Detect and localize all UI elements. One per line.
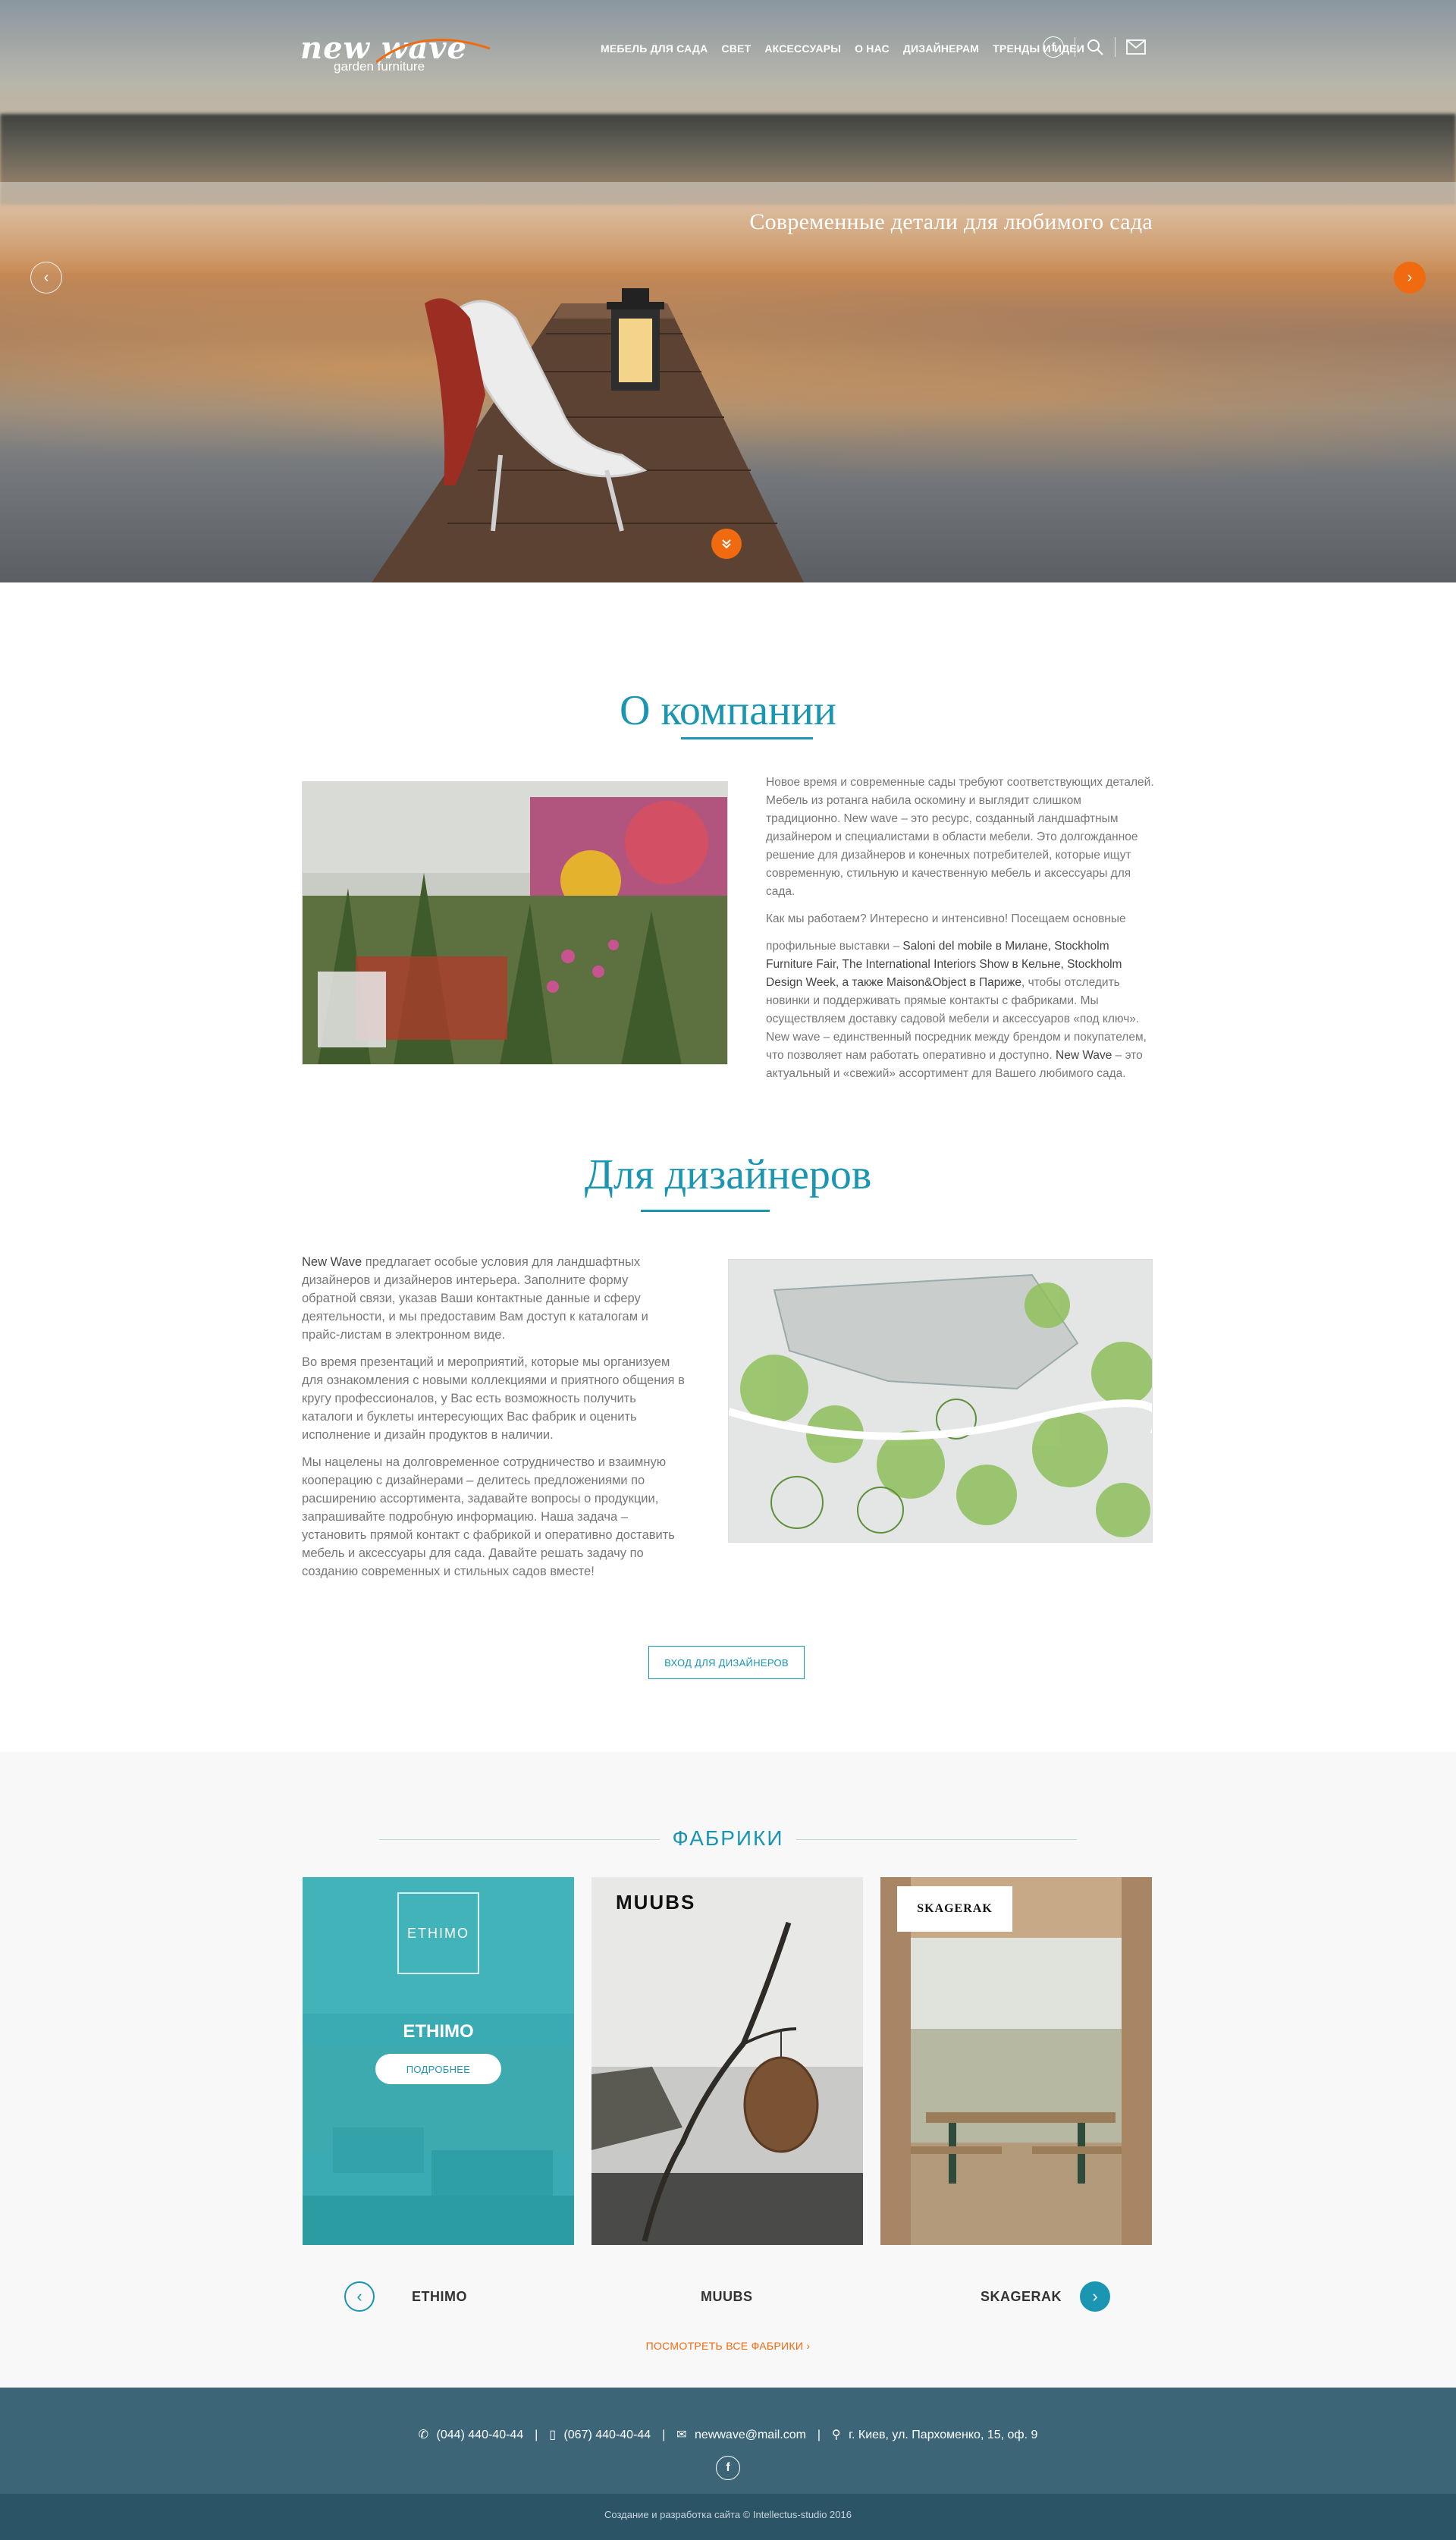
phone-icon: ✆ bbox=[418, 2429, 429, 2441]
mobile-icon: ▯ bbox=[549, 2429, 556, 2441]
chevron-left-icon: ‹ bbox=[43, 268, 49, 286]
ethimo-details-button[interactable]: ПОДРОБНЕЕ bbox=[375, 2054, 501, 2084]
footer-divider: | bbox=[814, 2429, 824, 2441]
ethimo-logo: ETHIMO bbox=[397, 1892, 479, 1974]
skagerak-logo: SKAGERAK bbox=[917, 1902, 993, 1915]
factories-carousel-nav: ‹ ETHIMO MUUBS SKAGERAK › bbox=[0, 2281, 1456, 2316]
footer-phone-2[interactable]: (067) 440-40-44 bbox=[563, 2429, 651, 2441]
skagerak-photo bbox=[880, 1877, 1152, 2245]
muubs-logo: MUUBS bbox=[616, 1891, 696, 1914]
factory-card-skagerak[interactable]: SKAGERAK bbox=[880, 1877, 1152, 2245]
see-all-factories-link[interactable]: ПОСМОТРЕТЬ ВСЕ ФАБРИКИ › bbox=[0, 2340, 1456, 2352]
logo[interactable]: new wave garden furniture bbox=[300, 30, 497, 76]
factory-card-muubs[interactable]: MUUBS bbox=[592, 1877, 863, 2245]
about-brand: New Wave bbox=[1056, 1049, 1112, 1062]
slider-next-button[interactable]: › bbox=[1394, 262, 1426, 294]
ethimo-card-name: ETHIMO bbox=[403, 2021, 474, 2042]
chevron-down-icon bbox=[722, 539, 731, 549]
footer-divider: | bbox=[658, 2429, 669, 2441]
menu-item-garden-furniture[interactable]: МЕБЕЛЬ ДЛЯ САДА bbox=[601, 42, 708, 55]
factory-card-ethimo[interactable]: ETHIMO ETHIMO ПОДРОБНЕЕ bbox=[303, 1877, 574, 2245]
designers-paragraph-3: Мы нацелены на долговременное сотрудниче… bbox=[302, 1455, 675, 1578]
designers-text: New Wave предлагает особые условия для л… bbox=[302, 1253, 685, 1590]
about-text: Новое время и современные сады требуют с… bbox=[766, 774, 1154, 1092]
designers-brand: New Wave bbox=[302, 1255, 362, 1269]
carousel-next-button[interactable]: › bbox=[1080, 2281, 1110, 2312]
about-paragraph-3: профильные выставки – Saloni del mobile … bbox=[766, 937, 1154, 1083]
muubs-photo bbox=[592, 1877, 863, 2245]
carousel-prev-button[interactable]: ‹ bbox=[344, 2281, 375, 2312]
slider-prev-button[interactable]: ‹ bbox=[30, 262, 62, 294]
factories-title: ФАБРИКИ bbox=[672, 1826, 784, 1850]
about-paragraph-1: Новое время и современные сады требуют с… bbox=[766, 776, 1154, 898]
footer-phone-1[interactable]: (044) 440-40-44 bbox=[436, 2429, 523, 2441]
logo-subtitle: garden furniture bbox=[334, 59, 425, 74]
designers-login-button[interactable]: ВХОД ДЛЯ ДИЗАЙНЕРОВ bbox=[648, 1646, 805, 1679]
about-title-underline bbox=[681, 737, 813, 739]
hero-slogan: Современные детали для любимого сада bbox=[749, 209, 1153, 234]
footer-contacts: ✆ (044) 440-40-44 | ▯ (067) 440-40-44 | … bbox=[0, 2427, 1456, 2442]
about-p3-start: профильные выставки – bbox=[766, 940, 903, 953]
chevron-right-icon: › bbox=[1092, 2287, 1098, 2306]
footer-facebook-icon[interactable]: f bbox=[716, 2456, 740, 2480]
carousel-label-skagerak[interactable]: SKAGERAK bbox=[981, 2289, 1062, 2305]
main-navigation: new wave garden furniture МЕБЕЛЬ ДЛЯ САД… bbox=[300, 30, 1157, 76]
search-icon[interactable] bbox=[1086, 38, 1104, 56]
about-paragraph-2: Как мы работаем? Интересно и интенсивно!… bbox=[766, 912, 1126, 925]
chevron-right-icon: › bbox=[1407, 268, 1413, 286]
mail-icon: ✉ bbox=[676, 2429, 687, 2441]
footer-email[interactable]: newwave@mail.com bbox=[695, 2429, 806, 2441]
about-garden-photo bbox=[302, 781, 728, 1065]
menu-item-accessories[interactable]: АКСЕССУАРЫ bbox=[764, 42, 841, 55]
footer-copyright[interactable]: Создание и разработка сайта © Intellectu… bbox=[0, 2494, 1456, 2540]
designers-paragraph-2: Во время презентаций и мероприятий, кото… bbox=[302, 1355, 685, 1442]
chevron-left-icon: ‹ bbox=[356, 2287, 362, 2306]
location-pin-icon: ⚲ bbox=[831, 2429, 841, 2441]
scroll-down-button[interactable] bbox=[711, 529, 742, 559]
designers-title: Для дизайнеров bbox=[584, 1151, 872, 1198]
menu-item-designers[interactable]: ДИЗАЙНЕРАМ bbox=[903, 42, 979, 55]
nav-icons: f bbox=[1043, 36, 1146, 58]
top-menu: МЕБЕЛЬ ДЛЯ САДА СВЕТ АКСЕССУАРЫ О НАС ДИ… bbox=[601, 42, 1098, 55]
carousel-label-ethimo[interactable]: ETHIMO bbox=[412, 2289, 467, 2305]
menu-item-light[interactable]: СВЕТ bbox=[721, 42, 751, 55]
about-title: О компании bbox=[620, 687, 836, 734]
nav-divider bbox=[1115, 37, 1116, 57]
facebook-icon[interactable]: f bbox=[1043, 36, 1064, 58]
hero-dock-illustration bbox=[372, 288, 804, 582]
carousel-label-muubs[interactable]: MUUBS bbox=[701, 2289, 753, 2305]
designers-title-underline bbox=[641, 1210, 770, 1212]
designers-paragraph-1: New Wave предлагает особые условия для л… bbox=[302, 1253, 685, 1344]
footer-address: г. Киев, ул. Пархоменко, 15, оф. 9 bbox=[849, 2429, 1038, 2441]
menu-item-about[interactable]: О НАС bbox=[855, 42, 890, 55]
hero-slider: new wave garden furniture МЕБЕЛЬ ДЛЯ САД… bbox=[0, 0, 1456, 582]
skagerak-logo-box: SKAGERAK bbox=[897, 1886, 1012, 1932]
mail-icon[interactable] bbox=[1126, 39, 1146, 55]
footer-divider: | bbox=[531, 2429, 541, 2441]
footer: ✆ (044) 440-40-44 | ▯ (067) 440-40-44 | … bbox=[0, 2388, 1456, 2494]
designers-landscape-plan-image bbox=[728, 1259, 1153, 1543]
